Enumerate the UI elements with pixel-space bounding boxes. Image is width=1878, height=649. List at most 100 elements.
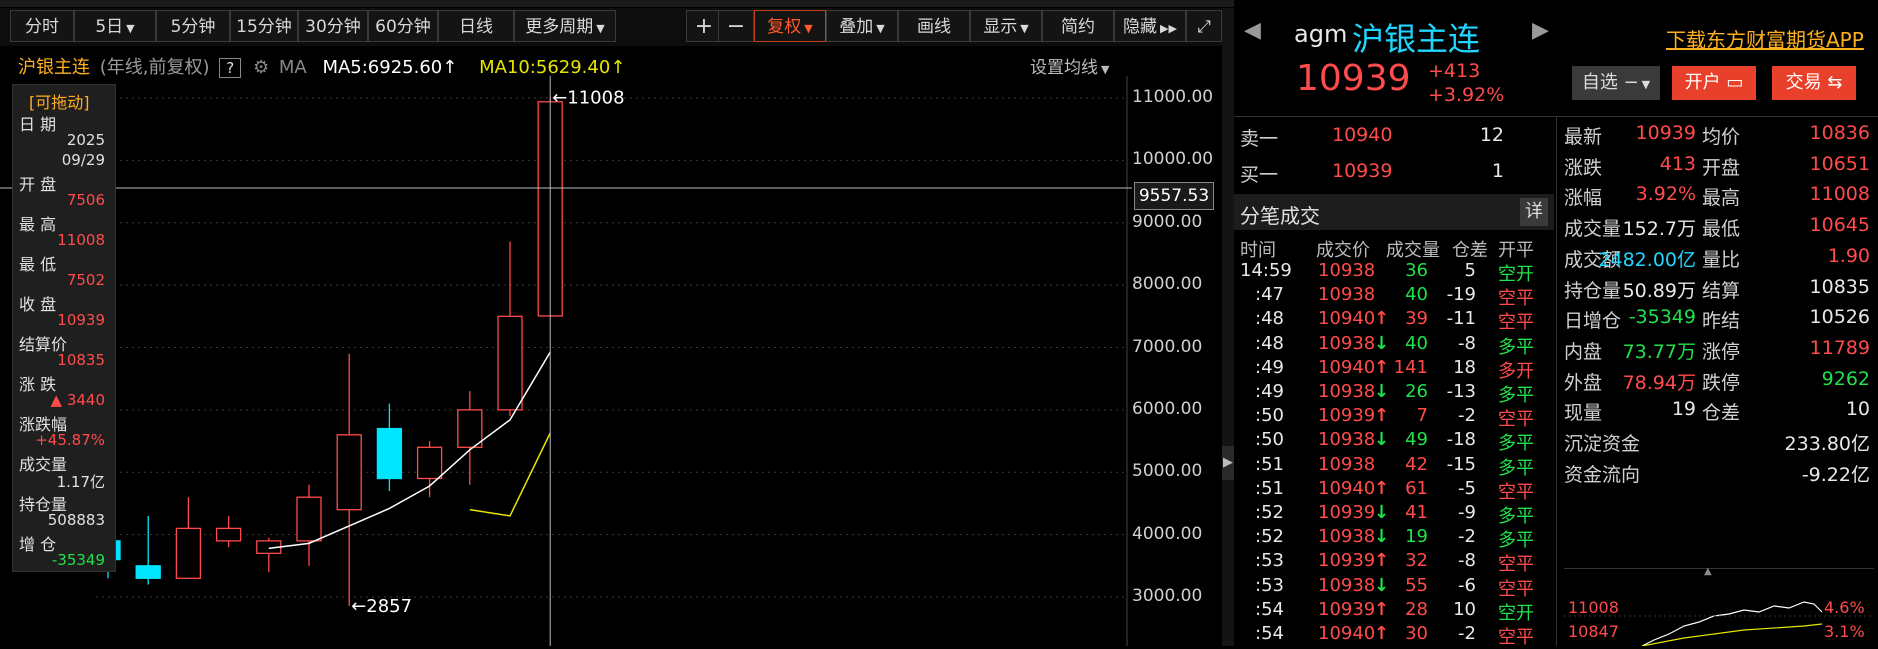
tick-type: 多平 — [1498, 530, 1534, 552]
simple-button[interactable]: 简约 — [1042, 10, 1114, 42]
drag-label[interactable]: [可拖动] — [29, 89, 90, 113]
stat-value: 10526 — [1809, 306, 1870, 329]
price-change: +413 — [1428, 60, 1481, 82]
tick-volume: 30 — [1405, 623, 1428, 644]
tick-type: 多平 — [1498, 385, 1534, 406]
stat-label: 均价 — [1702, 126, 1741, 148]
help-button[interactable]: ? — [219, 58, 242, 78]
draw-line-label: 画线 — [917, 17, 951, 37]
ticks-detail-button[interactable]: 详 — [1520, 198, 1548, 226]
draw-line-button[interactable]: 画线 — [898, 10, 970, 42]
tick-time: :53 — [1255, 550, 1284, 572]
tab-more-periods[interactable]: 更多周期 ▼ — [514, 10, 616, 42]
vertical-divider — [1556, 116, 1557, 646]
tab-30min[interactable]: 30分钟 — [298, 10, 368, 42]
tick-volume: 55 — [1405, 574, 1428, 596]
tab-5day[interactable]: 5日 ▼ — [74, 10, 156, 42]
tick-volume: 40 — [1405, 332, 1428, 354]
mini-chart-handle[interactable]: ▲ — [1704, 566, 1712, 577]
change-pct-value: +45.87% — [35, 431, 105, 449]
stat-label: 内盘 — [1564, 340, 1603, 363]
display-button[interactable]: 显示 ▼ — [970, 10, 1042, 42]
open-account-label: 开户 — [1684, 72, 1721, 93]
tick-type: 空平 — [1498, 288, 1534, 310]
tick-row: :52 10939 ↓ 41 -9 多平 — [1234, 502, 1554, 527]
gear-icon[interactable]: ⚙ — [253, 57, 269, 78]
panel-divider[interactable] — [1222, 8, 1234, 646]
tab-60min[interactable]: 60分钟 — [368, 10, 438, 42]
tick-price: 10938 — [1318, 526, 1376, 548]
tick-price: 10938 — [1318, 260, 1376, 281]
stat-label: 跌停 — [1702, 371, 1741, 394]
tick-row: :54 10939 ↑ 28 10 空开 — [1234, 599, 1554, 624]
ticks-list[interactable]: 14:59 10938 36 5 空开:47 10938 40 -19 空平:48 10940 ↑ 3… — [1234, 260, 1554, 648]
tick-row: :48 10938 ↓ 40 -8 多平 — [1234, 332, 1554, 358]
tab-5min[interactable]: 5分钟 — [156, 10, 230, 42]
arrow-up-icon: ↑ — [610, 57, 626, 78]
tab-5min-label: 5分钟 — [170, 17, 216, 37]
tick-time: :53 — [1255, 574, 1284, 596]
stat-value: 19 — [1671, 398, 1696, 421]
tick-volume: 42 — [1405, 453, 1428, 475]
tick-type: 空平 — [1498, 627, 1534, 648]
hide-button[interactable]: 隐藏 ▶▶ — [1114, 10, 1186, 42]
stat-label: 昨结 — [1702, 310, 1741, 333]
tick-oi-change: -11 — [1446, 308, 1476, 330]
tab-daily[interactable]: 日线 — [438, 10, 514, 42]
mini-low-pct: 3.1% — [1824, 622, 1865, 641]
candle-body — [215, 527, 242, 542]
tick-oi-change: 5 — [1464, 260, 1476, 281]
tick-row: :50 10938 ↓ 49 -18 多平 — [1234, 429, 1554, 454]
overlay-button[interactable]: 叠加 ▼ — [826, 10, 898, 42]
download-app-link[interactable]: 下载东方财富期货APP — [1666, 24, 1864, 53]
tick-row: :52 10938 ↓ 19 -2 多平 — [1234, 526, 1554, 552]
data-window[interactable]: [可拖动] 日 期 2025 09/29 开 盘 7506 最 高 11008 … — [12, 84, 116, 572]
tick-row: :51 10938 42 -15 多平 — [1234, 453, 1554, 479]
tick-volume: 41 — [1405, 502, 1428, 523]
contract-name: 沪银主连 — [18, 57, 90, 78]
tick-oi-change: -13 — [1446, 381, 1476, 402]
collapse-arrow-icon[interactable]: ▶ — [1222, 446, 1234, 480]
mini-avg-line — [1641, 623, 1823, 646]
tick-volume: 32 — [1405, 550, 1428, 572]
tick-time: :50 — [1255, 429, 1284, 451]
tab-daily-label: 日线 — [459, 17, 493, 37]
tick-row: :50 10939 ↑ 7 -2 空平 — [1234, 405, 1554, 430]
settle-value: 10835 — [57, 351, 105, 369]
chart-mode: (年线,前复权) — [99, 57, 210, 78]
next-contract-icon[interactable]: ▶ — [1532, 18, 1549, 43]
mini-high-value: 11008 — [1568, 598, 1619, 617]
fullscreen-button[interactable]: ⤢ — [1186, 10, 1222, 42]
trade-button[interactable]: 交易 ⇆ — [1772, 66, 1856, 100]
tab-15min[interactable]: 15分钟 — [230, 10, 298, 42]
open-account-button[interactable]: 开户 ▭ — [1672, 66, 1756, 100]
ma-settings-button[interactable]: 设置均线 ▼ — [1030, 53, 1109, 78]
quote-panel: ◀ agm 沪银主连 ▶ 下载东方财富期货APP 10939 +413 +3.9… — [1234, 0, 1878, 648]
bid-volume: 1 — [1491, 160, 1504, 182]
low-label: 最 低 — [19, 255, 57, 274]
adjust-button[interactable]: 复权 ▼ — [754, 10, 826, 42]
stat-label: 成交量 — [1564, 218, 1622, 241]
arrow-up-icon: ↑ — [442, 57, 458, 78]
tab-intraday[interactable]: 分时 — [10, 10, 74, 42]
tick-type: 多平 — [1498, 457, 1534, 479]
stat-value: 10645 — [1809, 214, 1870, 237]
minus-icon: − — [726, 14, 746, 39]
tick-row: :49 10938 ↓ 26 -13 多平 — [1234, 381, 1554, 406]
ticks-col-volume: 成交量 — [1386, 240, 1440, 261]
chevron-down-icon: ▼ — [1101, 63, 1110, 76]
tab-5day-label: 5日 — [95, 17, 124, 37]
watchlist-button[interactable]: 自选 − ▼ — [1572, 66, 1660, 100]
tick-oi-change: 18 — [1453, 356, 1476, 378]
zoom-out-button[interactable]: − — [718, 10, 754, 42]
tick-price: 10938 — [1318, 453, 1376, 475]
candle-body — [135, 565, 161, 579]
tick-volume: 26 — [1405, 381, 1428, 402]
zoom-in-button[interactable]: + — [686, 10, 722, 42]
candlestick-chart[interactable]: ←11008 ←2857 — [0, 76, 1228, 646]
flow-value: -9.22亿 — [1801, 464, 1870, 486]
tick-row: :54 10940 ↑ 30 -2 空平 — [1234, 623, 1554, 648]
prev-contract-icon[interactable]: ◀ — [1244, 18, 1261, 43]
tick-oi-change: -5 — [1458, 477, 1476, 499]
stat-value: 2482.00亿 — [1598, 248, 1696, 271]
